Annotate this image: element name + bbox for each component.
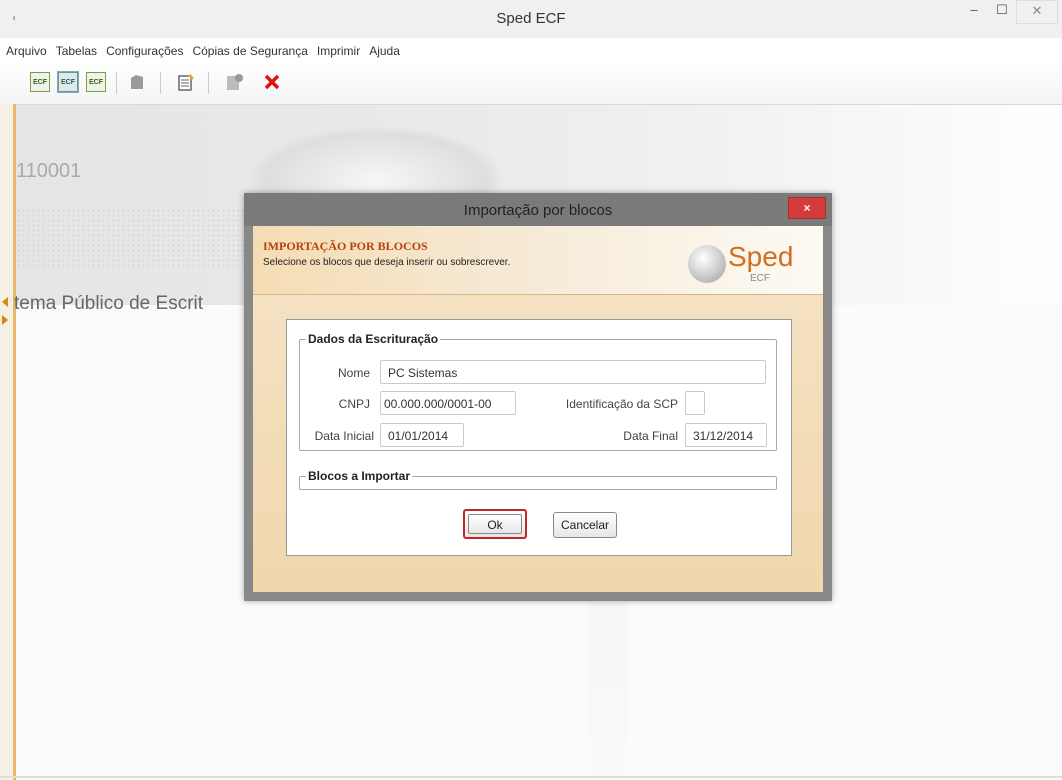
nome-label: Nome bbox=[337, 366, 370, 380]
dialog-header: IMPORTAÇÃO POR BLOCOS Selecione os bloco… bbox=[253, 226, 823, 295]
edit-document-icon[interactable] bbox=[176, 72, 196, 92]
import-ecf-icon[interactable]: ECF bbox=[57, 71, 79, 93]
status-line bbox=[0, 776, 1062, 778]
identificacao-scp-field[interactable] bbox=[685, 391, 705, 415]
nome-field[interactable]: PC Sistemas bbox=[380, 360, 766, 384]
cnpj-label: CNPJ bbox=[338, 397, 370, 411]
window-close-button[interactable]: ✕ bbox=[1016, 0, 1058, 24]
dialog-body: IMPORTAÇÃO POR BLOCOS Selecione os bloco… bbox=[253, 226, 823, 592]
menu-configuracoes[interactable]: Configurações bbox=[100, 38, 186, 58]
background-system-title: tema Público de Escrit bbox=[14, 293, 204, 314]
ok-button[interactable]: Ok bbox=[463, 509, 527, 539]
new-ecf-icon[interactable]: ECF bbox=[30, 72, 50, 92]
dados-escrituracao-group: Dados da Escrituração Nome PC Sistemas C… bbox=[299, 332, 777, 451]
sped-logo-word: Sped bbox=[728, 241, 794, 272]
dialog-form-panel: Dados da Escrituração Nome PC Sistemas C… bbox=[286, 319, 792, 556]
menu-tabelas[interactable]: Tabelas bbox=[50, 38, 100, 58]
dotted-pattern bbox=[16, 208, 246, 268]
background-code: 110001 bbox=[16, 160, 82, 182]
ok-button-label: Ok bbox=[468, 514, 522, 534]
dialog-header-title: IMPORTAÇÃO POR BLOCOS bbox=[263, 239, 428, 253]
menu-copias-de-seguranca[interactable]: Cópias de Segurança bbox=[186, 38, 310, 58]
dialog-title: Importação por blocos bbox=[463, 202, 613, 219]
data-final-label: Data Final bbox=[623, 429, 678, 443]
menu-arquivo[interactable]: Arquivo bbox=[0, 38, 50, 58]
menu-ajuda[interactable]: Ajuda bbox=[363, 38, 403, 58]
cnpj-field[interactable]: 00.000.000/0001-00 bbox=[380, 391, 516, 415]
menu-imprimir[interactable]: Imprimir bbox=[311, 38, 363, 58]
data-inicial-label: Data Inicial bbox=[314, 429, 374, 443]
dialog-titlebar: Importação por blocos × bbox=[244, 193, 832, 226]
dialog-close-button[interactable]: × bbox=[788, 197, 826, 219]
close-x-icon[interactable] bbox=[262, 72, 282, 92]
sped-logo-sub: ECF bbox=[750, 273, 770, 284]
window-titlebar: ◐ Sped ECF – ☐ ✕ bbox=[0, 0, 1062, 39]
data-inicial-field[interactable]: 01/01/2014 bbox=[380, 423, 464, 447]
menubar: Arquivo Tabelas Configurações Cópias de Seg… bbox=[0, 38, 1062, 60]
delete-ecf-icon[interactable]: ECF bbox=[86, 72, 106, 92]
data-final-field[interactable]: 31/12/2014 bbox=[685, 423, 767, 447]
toolbar: ECF ECF ECF bbox=[0, 60, 1062, 105]
background-decoration bbox=[588, 600, 628, 780]
toolbar-separator bbox=[160, 72, 161, 94]
identificacao-scp-label: Identificação da SCP bbox=[565, 397, 678, 411]
minimize-button[interactable]: – bbox=[960, 0, 988, 22]
left-collapse-bar[interactable] bbox=[0, 104, 16, 780]
expand-right-icon[interactable] bbox=[2, 315, 8, 325]
maximize-button[interactable]: ☐ bbox=[988, 0, 1016, 22]
validate-document-icon[interactable] bbox=[224, 72, 244, 92]
blocos-importar-legend: Blocos a Importar bbox=[306, 469, 413, 483]
collapse-left-icon[interactable] bbox=[2, 297, 8, 307]
folder-icon[interactable] bbox=[128, 72, 148, 92]
dados-escrituracao-legend: Dados da Escrituração bbox=[306, 332, 441, 346]
window-title: Sped ECF bbox=[496, 10, 566, 27]
toolbar-separator bbox=[208, 72, 209, 94]
toolbar-separator bbox=[116, 72, 117, 94]
import-dialog: Importação por blocos × IMPORTAÇÃO POR B… bbox=[244, 193, 832, 601]
sped-logo: Sped ECF bbox=[684, 239, 814, 289]
dialog-header-subtitle: Selecione os blocos que deseja inserir o… bbox=[263, 257, 511, 268]
sped-globe-icon bbox=[688, 245, 726, 283]
cancel-button[interactable]: Cancelar bbox=[553, 512, 617, 538]
blocos-importar-group: Blocos a Importar bbox=[299, 469, 777, 490]
